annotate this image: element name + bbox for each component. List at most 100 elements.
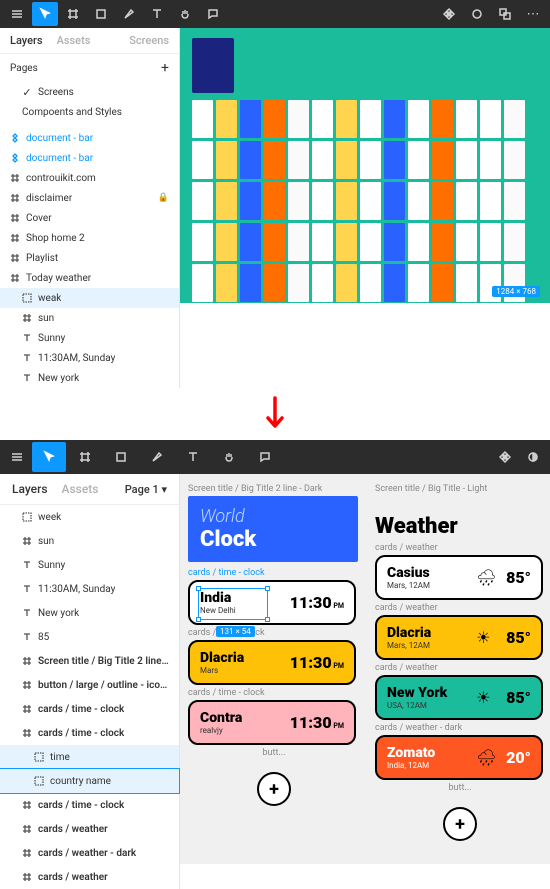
artboard-thumbnail[interactable] [240,264,261,302]
artboard-thumbnail[interactable] [456,100,477,138]
artboard-thumbnail[interactable] [264,223,285,261]
hand-tool[interactable] [212,445,246,469]
selected-frame-thumbnail[interactable] [192,38,234,93]
artboard-thumbnail[interactable] [288,141,309,179]
frame-label[interactable]: cards / time - clock [188,628,360,638]
lock-icon[interactable]: 🔒 [158,193,169,203]
layer-row[interactable]: week [0,505,179,529]
artboard-thumbnail[interactable] [192,182,213,220]
layer-row[interactable]: 11:30AM, Sunday [0,348,179,368]
mask-icon[interactable] [520,445,546,469]
artboard-thumbnail[interactable] [480,141,501,179]
component-icon[interactable] [436,2,462,26]
share-icon[interactable]: ⋯ [520,2,546,26]
artboard-thumbnail[interactable] [336,141,357,179]
artboard-thumbnail[interactable] [264,141,285,179]
frame-tool[interactable] [68,445,102,469]
boolean-icon[interactable] [492,2,518,26]
artboard-thumbnail[interactable] [288,264,309,302]
frame-label[interactable]: cards / weather [375,603,545,613]
shape-tool[interactable] [88,2,114,26]
layer-row[interactable]: Today weather [0,268,179,288]
artboard-thumbnail[interactable] [360,100,381,138]
screens-dropdown[interactable]: Screens [129,34,169,47]
artboard-thumbnail[interactable] [384,182,405,220]
artboard-thumbnail[interactable] [336,100,357,138]
layer-row[interactable]: Sunny [0,328,179,348]
frame-label[interactable]: cards / weather [375,543,545,553]
layer-row[interactable]: weak [0,288,179,308]
artboard-thumbnail[interactable] [456,223,477,261]
layer-row[interactable]: cards / time - clock [0,697,179,721]
artboard-thumbnail[interactable] [312,100,333,138]
layer-row[interactable]: Sunny [0,553,179,577]
layer-row[interactable]: controuikit.com [0,168,179,188]
artboard-thumbnail[interactable] [192,223,213,261]
artboard-thumbnail[interactable] [192,141,213,179]
move-tool[interactable] [32,442,66,472]
layer-row[interactable]: 85 [0,625,179,649]
artboard-thumbnail[interactable] [384,223,405,261]
artboard-thumbnail[interactable] [336,182,357,220]
artboard-thumbnail[interactable] [360,223,381,261]
add-button[interactable]: + [443,807,477,841]
artboard-thumbnail[interactable] [408,264,429,302]
artboard-thumbnail[interactable] [504,223,525,261]
hand-tool[interactable] [172,2,198,26]
layer-row[interactable]: cards / weather [0,865,179,889]
artboard-thumbnail[interactable] [336,223,357,261]
weather-card[interactable]: New YorkUSA, 12AM☀85° [375,675,543,720]
assets-tab[interactable]: Assets [57,34,91,47]
assets-tab[interactable]: Assets [62,482,99,496]
component-icon[interactable] [492,445,518,469]
comment-tool[interactable] [200,2,226,26]
layer-row[interactable]: button / large / outline - icon-only [0,673,179,697]
layer-row[interactable]: document - bar [0,148,179,168]
artboard-thumbnail[interactable] [408,223,429,261]
pen-tool[interactable] [116,2,142,26]
layers-tab[interactable]: Layers [10,34,43,47]
text-tool[interactable] [176,445,210,469]
canvas-top[interactable]: 1284 × 768 [180,28,550,303]
frame-label[interactable]: cards / time - clock [188,688,360,698]
artboard-thumbnail[interactable] [408,100,429,138]
artboard-thumbnail[interactable] [480,223,501,261]
artboard-thumbnail[interactable] [432,100,453,138]
artboard-thumbnail[interactable] [456,182,477,220]
artboard-thumbnail[interactable] [336,264,357,302]
layer-row[interactable]: 11:30AM, Sunday [0,577,179,601]
artboard-thumbnail[interactable] [312,141,333,179]
artboard-thumbnail[interactable] [216,100,237,138]
layer-row[interactable]: Screen title / Big Title 2 line - Dark [0,649,179,673]
artboard-thumbnail[interactable] [360,141,381,179]
layer-row[interactable]: cards / weather [0,817,179,841]
artboard-thumbnail[interactable] [432,141,453,179]
artboard-thumbnail[interactable] [384,141,405,179]
artboard-thumbnail[interactable] [504,141,525,179]
layers-tab[interactable]: Layers [12,482,48,496]
artboard-thumbnail[interactable] [456,141,477,179]
artboard-thumbnail[interactable] [504,100,525,138]
hero-title-card[interactable]: World Clock [188,496,358,562]
weather-card[interactable]: ZomatoIndia, 12AM🌧20° [375,735,543,780]
artboard-thumbnail[interactable] [312,223,333,261]
page-item[interactable]: Compoents and Styles [22,107,122,118]
layer-row[interactable]: cards / time - clock [0,793,179,817]
layer-row[interactable]: document - bar [0,128,179,148]
frame-label[interactable]: cards / weather - dark [375,723,545,733]
artboard-thumbnail[interactable] [312,264,333,302]
artboard-thumbnail[interactable] [480,182,501,220]
page-item[interactable]: Screens [38,87,74,98]
artboard-thumbnail[interactable] [408,182,429,220]
weather-card[interactable]: CasiusMars, 12AM🌧85° [375,555,543,600]
layer-row[interactable]: disclaimer🔒 [0,188,179,208]
artboard-thumbnail[interactable] [288,100,309,138]
canvas-bottom[interactable]: Screen title / Big Title 2 line - Dark W… [180,474,550,864]
artboard-thumbnail[interactable] [432,264,453,302]
layer-row[interactable]: Shop home 2 [0,228,179,248]
artboard-thumbnail[interactable] [504,182,525,220]
frame-label[interactable]: Screen title / Big Title - Light [375,484,545,494]
layer-row[interactable]: sun [0,308,179,328]
artboard-thumbnail[interactable] [216,141,237,179]
time-card[interactable]: 131 × 54IndiaNew Delhi11:30 PM [188,580,356,625]
